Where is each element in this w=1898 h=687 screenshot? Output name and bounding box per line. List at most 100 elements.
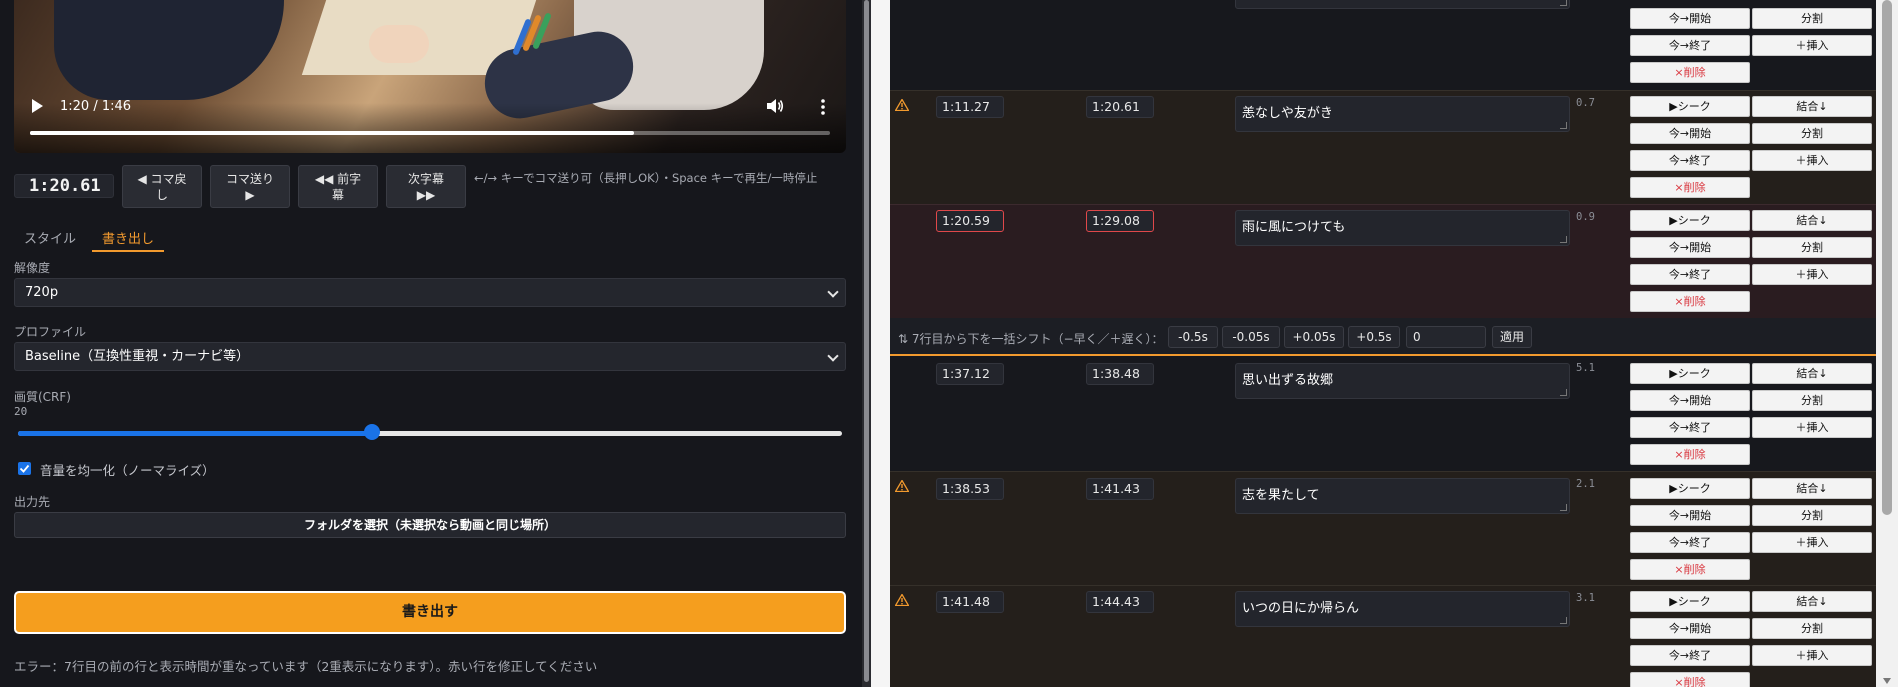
apply-shift-button[interactable]: 適用	[1492, 326, 1532, 348]
set-start-button[interactable]: 今→開始	[1630, 390, 1750, 411]
delete-button[interactable]: ×削除	[1630, 62, 1750, 83]
right-scrollbar[interactable]	[1876, 0, 1898, 687]
split-button[interactable]: 分割	[1752, 8, 1872, 29]
seek-button[interactable]: ▶シーク	[1630, 478, 1750, 499]
gap-duration: 5.1	[1576, 362, 1595, 374]
normalize-checkbox[interactable]	[18, 462, 31, 475]
resize-grip-icon[interactable]	[1560, 617, 1567, 624]
merge-button[interactable]: 結合↓	[1752, 96, 1872, 117]
resolution-label: 解像度	[14, 261, 51, 275]
bulk-shift-label: ⇅ 7行目から下を一括シフト（−早く／＋遅く）：	[898, 332, 1164, 346]
video-seek-bar[interactable]	[30, 131, 830, 135]
split-button[interactable]: 分割	[1752, 390, 1872, 411]
resize-grip-icon[interactable]	[1560, 0, 1567, 6]
split-button[interactable]: 分割	[1752, 123, 1872, 144]
insert-button[interactable]: ＋挿入	[1752, 150, 1872, 171]
scroll-down-icon[interactable]	[1883, 678, 1891, 684]
set-start-button[interactable]: 今→開始	[1630, 8, 1750, 29]
start-time-input[interactable]: 1:20.59	[936, 210, 1004, 232]
insert-button[interactable]: ＋挿入	[1752, 264, 1872, 285]
split-button[interactable]: 分割	[1752, 618, 1872, 639]
delete-button[interactable]: ×削除	[1630, 559, 1750, 580]
start-time-input[interactable]: 1:37.12	[936, 363, 1004, 385]
end-time-input[interactable]: 1:29.08	[1086, 210, 1154, 232]
merge-button[interactable]: 結合↓	[1752, 478, 1872, 499]
frame-forward-button[interactable]: コマ送り ▶	[210, 165, 290, 208]
check-icon	[19, 464, 30, 473]
next-subtitle-button[interactable]: 次字幕 ▶▶	[386, 165, 466, 208]
export-button[interactable]: 書き出す	[14, 591, 846, 634]
tab-style[interactable]: スタイル	[24, 228, 76, 247]
insert-button[interactable]: ＋挿入	[1752, 532, 1872, 553]
start-time-input[interactable]: 1:41.48	[936, 591, 1004, 613]
insert-button[interactable]: ＋挿入	[1752, 645, 1872, 666]
shift-amount-input[interactable]: 0	[1406, 326, 1486, 348]
end-time-input[interactable]: 1:41.43	[1086, 478, 1154, 500]
frame-back-button[interactable]: ◀ コマ戻 し	[122, 165, 202, 208]
seek-button[interactable]: ▶シーク	[1630, 210, 1750, 231]
video-player[interactable]: 1:20 / 1:46	[14, 0, 846, 153]
set-end-button[interactable]: 今→終了	[1630, 532, 1750, 553]
set-start-button[interactable]: 今→開始	[1630, 123, 1750, 144]
delete-button[interactable]: ×削除	[1630, 672, 1750, 687]
delete-button[interactable]: ×削除	[1630, 444, 1750, 465]
scrollbar-thumb[interactable]	[1882, 0, 1892, 515]
button-label: ◀◀ 前字	[314, 172, 362, 186]
merge-button[interactable]: 結合↓	[1752, 210, 1872, 231]
prev-subtitle-button[interactable]: ◀◀ 前字 幕	[298, 165, 378, 208]
set-end-button[interactable]: 今→終了	[1630, 264, 1750, 285]
resize-grip-icon[interactable]	[1560, 504, 1567, 511]
merge-button[interactable]: 結合↓	[1752, 591, 1872, 612]
resize-grip-icon[interactable]	[1560, 122, 1567, 129]
resize-grip-icon[interactable]	[1560, 389, 1567, 396]
set-end-button[interactable]: 今→終了	[1630, 150, 1750, 171]
seek-button[interactable]: ▶シーク	[1630, 363, 1750, 384]
set-start-button[interactable]: 今→開始	[1630, 618, 1750, 639]
insert-button[interactable]: ＋挿入	[1752, 35, 1872, 56]
video-progress	[30, 131, 634, 135]
scrollbar-thumb[interactable]	[864, 0, 869, 682]
merge-button[interactable]: 結合↓	[1752, 363, 1872, 384]
subtitle-text-input[interactable]	[1235, 0, 1570, 9]
end-time-input[interactable]: 1:20.61	[1086, 96, 1154, 118]
delete-button[interactable]: ×削除	[1630, 291, 1750, 312]
play-icon[interactable]	[30, 98, 44, 114]
panel-divider[interactable]	[871, 0, 890, 687]
set-end-button[interactable]: 今→終了	[1630, 645, 1750, 666]
choose-folder-button[interactable]: フォルダを選択（未選択なら動画と同じ場所）	[14, 512, 846, 538]
left-scrollbar[interactable]	[862, 0, 871, 687]
end-time-input[interactable]: 1:44.43	[1086, 591, 1154, 613]
volume-icon[interactable]	[766, 98, 784, 114]
delete-button[interactable]: ×削除	[1630, 177, 1750, 198]
end-time-input[interactable]: 1:38.48	[1086, 363, 1154, 385]
start-time-input[interactable]: 1:38.53	[936, 478, 1004, 500]
split-button[interactable]: 分割	[1752, 237, 1872, 258]
quality-slider[interactable]	[18, 431, 842, 436]
shift-plus-0.5-button[interactable]: +0.5s	[1348, 326, 1400, 348]
seek-button[interactable]: ▶シーク	[1630, 591, 1750, 612]
set-end-button[interactable]: 今→終了	[1630, 417, 1750, 438]
set-end-button[interactable]: 今→終了	[1630, 35, 1750, 56]
tab-export[interactable]: 書き出し	[102, 228, 154, 247]
split-button[interactable]: 分割	[1752, 505, 1872, 526]
profile-label: プロファイル	[14, 325, 87, 339]
start-time-input[interactable]: 1:11.27	[936, 96, 1004, 118]
quality-slider-thumb[interactable]	[364, 424, 381, 440]
resolution-select[interactable]: 720p	[14, 278, 846, 307]
video-frame-hand	[369, 25, 429, 63]
more-options-icon[interactable]	[820, 98, 826, 116]
shift-minus-0.05-button[interactable]: -0.05s	[1222, 326, 1280, 348]
shift-plus-0.05-button[interactable]: +0.05s	[1284, 326, 1344, 348]
subtitle-text-input[interactable]: 志を果たして	[1235, 478, 1570, 514]
subtitle-text-input[interactable]: 恙なしや友がき	[1235, 96, 1570, 132]
profile-select[interactable]: Baseline（互換性重視・カーナビ等）	[14, 342, 846, 371]
resize-grip-icon[interactable]	[1560, 236, 1567, 243]
set-start-button[interactable]: 今→開始	[1630, 237, 1750, 258]
set-start-button[interactable]: 今→開始	[1630, 505, 1750, 526]
subtitle-text-input[interactable]: 思い出ずる故郷	[1235, 363, 1570, 399]
subtitle-text-input[interactable]: 雨に風につけても	[1235, 210, 1570, 246]
shift-minus-0.5-button[interactable]: -0.5s	[1168, 326, 1218, 348]
seek-button[interactable]: ▶シーク	[1630, 96, 1750, 117]
insert-button[interactable]: ＋挿入	[1752, 417, 1872, 438]
subtitle-text-input[interactable]: いつの日にか帰らん	[1235, 591, 1570, 627]
